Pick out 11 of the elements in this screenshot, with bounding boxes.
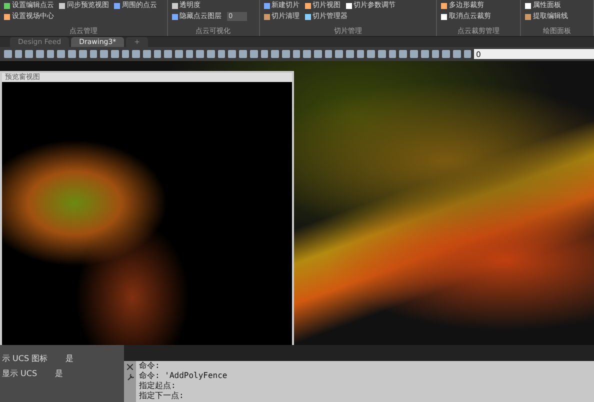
wrench-icon[interactable] — [126, 374, 134, 381]
command-line: 指定起点: — [139, 381, 177, 391]
close-icon[interactable] — [127, 364, 133, 370]
layer-field[interactable]: 0 — [474, 49, 594, 59]
command-line: 指定下一点: — [139, 391, 185, 401]
property-name: 显示 UCS — [2, 368, 38, 379]
command-line: 命令: — [139, 361, 161, 371]
property-value: 是 — [66, 353, 74, 364]
command-line: 命令: 'AddPolyFence — [139, 371, 228, 381]
property-name: 示 UCS 图标 — [2, 353, 48, 364]
property-value: 是 — [55, 368, 64, 379]
